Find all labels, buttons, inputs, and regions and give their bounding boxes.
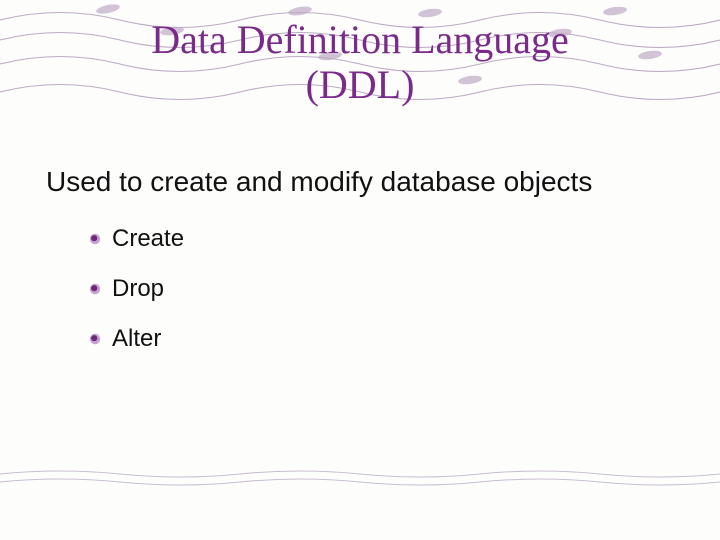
list-item: Alter bbox=[88, 325, 646, 353]
title-line-1: Data Definition Language bbox=[0, 18, 720, 63]
bullet-label: Create bbox=[112, 225, 184, 253]
slide: Data Definition Language (DDL) Used to c… bbox=[0, 0, 720, 540]
bottom-decorative-band bbox=[0, 468, 720, 488]
bullet-icon bbox=[88, 282, 102, 296]
title-line-2: (DDL) bbox=[0, 63, 720, 108]
list-item: Create bbox=[88, 225, 646, 253]
subtitle-text: Used to create and modify database objec… bbox=[46, 164, 646, 199]
bullet-icon bbox=[88, 232, 102, 246]
bullet-label: Alter bbox=[112, 325, 161, 353]
slide-title: Data Definition Language (DDL) bbox=[0, 18, 720, 108]
bullet-label: Drop bbox=[112, 275, 164, 303]
slide-body: Used to create and modify database objec… bbox=[46, 164, 646, 375]
bullet-list: Create Drop Alter bbox=[88, 225, 646, 353]
bullet-icon bbox=[88, 332, 102, 346]
list-item: Drop bbox=[88, 275, 646, 303]
